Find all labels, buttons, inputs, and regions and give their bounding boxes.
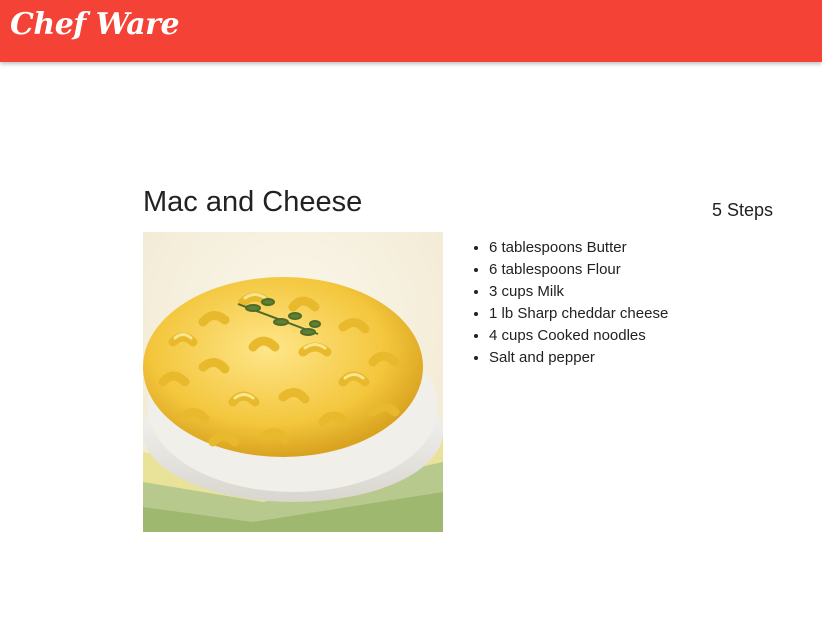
top-app-bar: Chef Ware xyxy=(0,0,822,62)
mac-and-cheese-image xyxy=(143,232,443,532)
ingredient-item: 6 tablespoons Butter xyxy=(489,237,668,259)
ingredient-item: 4 cups Cooked noodles xyxy=(489,325,668,347)
recipe-title: Mac and Cheese xyxy=(143,186,363,218)
brand-logo[interactable]: Chef Ware xyxy=(10,7,180,42)
ingredient-item: 1 lb Sharp cheddar cheese xyxy=(489,303,668,325)
ingredient-item: Salt and pepper xyxy=(489,347,668,369)
ingredient-item: 6 tablespoons Flour xyxy=(489,259,668,281)
recipe-photo xyxy=(143,232,443,532)
ingredient-item: 3 cups Milk xyxy=(489,281,668,303)
steps-count[interactable]: 5 Steps xyxy=(712,200,773,221)
ingredient-list: 6 tablespoons Butter 6 tablespoons Flour… xyxy=(471,237,668,369)
